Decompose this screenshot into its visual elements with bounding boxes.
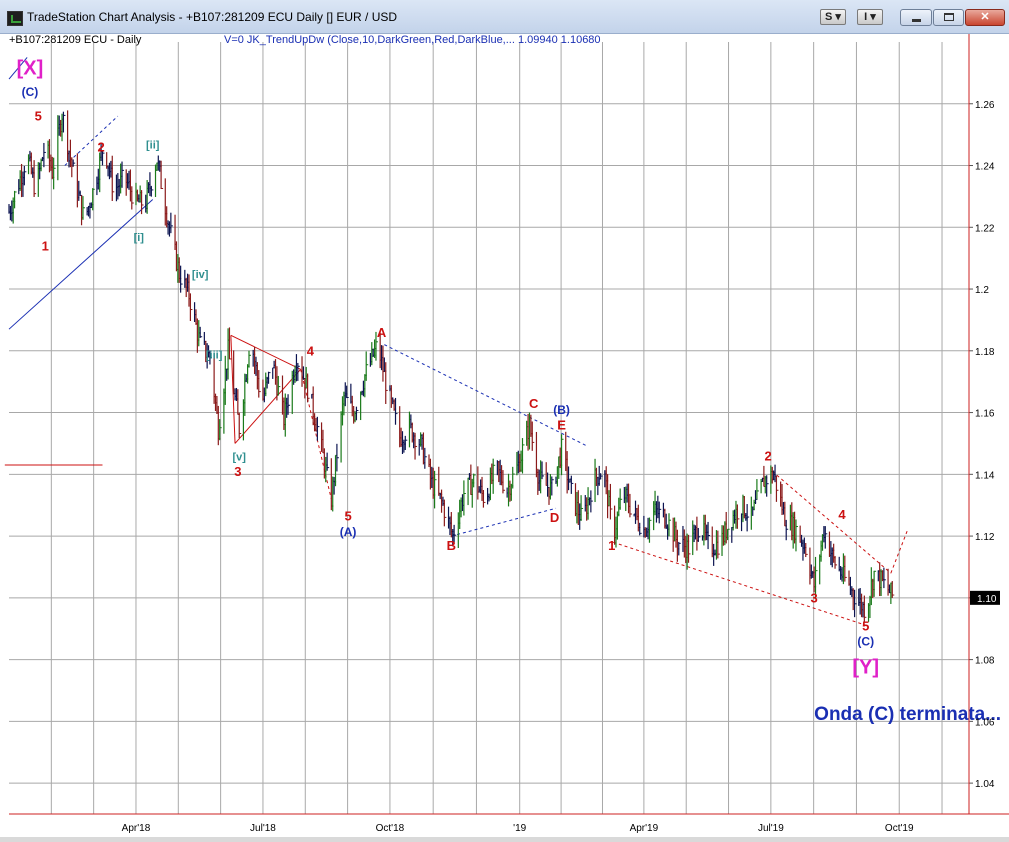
chart-symbol-label: +B107:281209 ECU - Daily	[9, 34, 142, 46]
minimize-button[interactable]	[900, 9, 932, 26]
wave-label: 1	[42, 238, 49, 253]
trendline	[230, 335, 236, 444]
wave-label: 1	[608, 538, 615, 553]
trendline	[8, 199, 154, 330]
wave-label: [X]	[17, 57, 44, 79]
y-tick-label: 1.22	[975, 223, 995, 234]
wave-label: Onda (C) terminata...	[814, 704, 1001, 725]
annotation-layer: [X](C)52 [ii]1[i][iv][iii][v]345(A)ABC (B)…	[17, 57, 1001, 724]
trendline-layer	[4, 57, 909, 627]
wave-label: 5	[344, 509, 351, 524]
wave-label: B	[447, 538, 456, 553]
wave-label: [Y]	[852, 656, 879, 678]
wave-label: [v]	[233, 451, 247, 463]
wave-label: (C)	[857, 635, 874, 649]
wave-label: [iii]	[206, 350, 223, 362]
styles-dropdown-button[interactable]: S ▾	[820, 9, 846, 25]
x-tick-label: Apr'18	[122, 823, 151, 834]
y-tick-label: 1.12	[975, 532, 995, 543]
wave-label: C	[529, 396, 539, 411]
wave-label: (A)	[340, 525, 357, 539]
y-tick-label: 1.18	[975, 347, 995, 358]
wave-label: 4	[838, 507, 846, 522]
minimize-icon	[912, 19, 921, 22]
maximize-button[interactable]	[933, 9, 964, 26]
last-price-label: 1.10	[977, 594, 997, 605]
window-title: TradeStation Chart Analysis - +B107:2812…	[27, 10, 398, 24]
insert-dropdown-button[interactable]: I ▾	[857, 9, 883, 25]
wave-label: D	[550, 510, 559, 525]
x-tick-label: Oct'18	[376, 823, 405, 834]
wave-label: (B)	[553, 403, 570, 417]
y-tick-label: 1.24	[975, 162, 995, 173]
y-tick-label: 1.06	[975, 717, 995, 728]
x-tick-label: Jul'18	[250, 823, 276, 834]
trendline	[451, 507, 557, 537]
tradestation-app-icon	[7, 11, 23, 26]
wave-label: [iv]	[192, 269, 209, 281]
wave-label: A	[377, 325, 387, 340]
wave-label: 4	[307, 343, 315, 358]
y-tick-label: 1.2	[975, 285, 989, 296]
indicator-label: V=0 JK_TrendUpDw (Close,10,DarkGreen,Red…	[224, 34, 601, 46]
trendline	[64, 115, 119, 166]
wave-label: [ii]	[146, 140, 160, 152]
wave-label: 5	[862, 618, 869, 633]
x-tick-label: Apr'19	[630, 823, 659, 834]
close-button[interactable]: ✕	[965, 9, 1005, 26]
maximize-icon	[944, 13, 954, 21]
y-tick-label: 1.16	[975, 409, 995, 420]
y-tick-label: 1.26	[975, 100, 995, 111]
chart-area[interactable]: [X] (C) 5 2 [ii] 1 [i] [iv] [iii] [v] 3 4 5 (A) A B C (B)…	[0, 34, 1009, 842]
x-tick-label: Oct'19	[885, 823, 914, 834]
close-icon: ✕	[980, 11, 990, 23]
price-chart[interactable]: [X](C)52 [ii]1[i][iv][iii][v]345(A)ABC (B)…	[0, 34, 1009, 842]
y-tick-label: 1.04	[975, 779, 995, 790]
wave-label: (C)	[22, 85, 39, 99]
y-tick-label: 1.14	[975, 470, 995, 481]
wave-label: [i]	[134, 232, 145, 244]
wave-label: 2	[97, 140, 104, 155]
x-tick-label: Jul'19	[758, 823, 784, 834]
trendline	[230, 334, 301, 370]
y-tick-label: 1.08	[975, 656, 995, 667]
wave-label: 2	[764, 448, 771, 463]
wave-label: 3	[810, 590, 817, 605]
x-tick-label: '19	[513, 823, 526, 834]
wave-label: 3	[234, 464, 241, 479]
horizontal-scrollbar	[0, 837, 1009, 842]
window-titlebar: TradeStation Chart Analysis - +B107:2812…	[0, 0, 1009, 34]
grid-layer	[9, 42, 969, 814]
wave-label: E	[557, 418, 566, 433]
wave-label: 5	[35, 109, 42, 124]
